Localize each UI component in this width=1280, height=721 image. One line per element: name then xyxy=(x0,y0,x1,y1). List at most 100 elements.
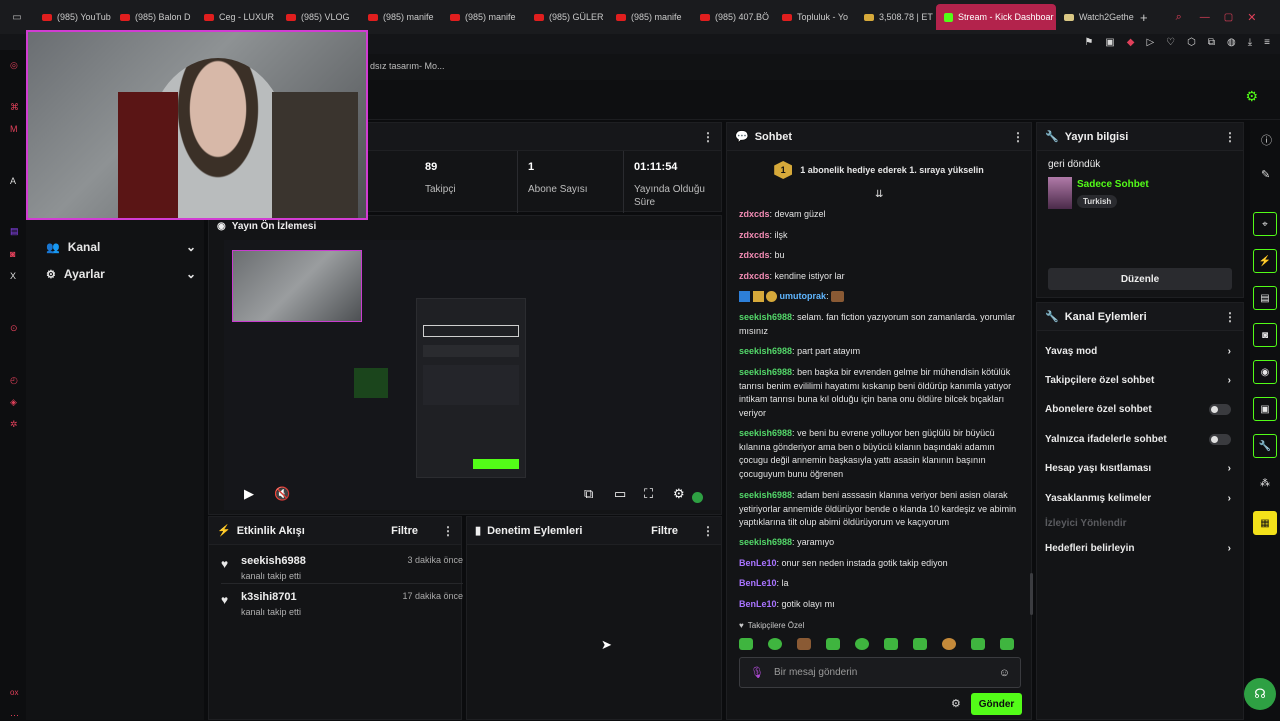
chat-message[interactable]: seekish6988: ve beni bu evrene yolluyor … xyxy=(739,427,1024,481)
rail-button-clips[interactable]: ▦ xyxy=(1253,511,1277,535)
rail-icon[interactable]: ◈ xyxy=(10,397,17,408)
emote-icon[interactable] xyxy=(826,638,840,650)
chat-message[interactable]: seekish6988: selam. fan fiction yazıyoru… xyxy=(739,311,1024,338)
chat-message[interactable]: BenLe10: la xyxy=(739,577,1024,591)
action-set-goals[interactable]: Hedefleri belirleyin › xyxy=(1045,543,1231,554)
chat-scrollbar[interactable] xyxy=(1030,573,1033,615)
cube-icon[interactable]: ⬡ xyxy=(1187,37,1196,48)
instagram-icon[interactable]: ◙ xyxy=(10,249,15,259)
rail-button-lightning[interactable]: ⚡ xyxy=(1253,249,1277,273)
chat-message[interactable]: seekish6988: yaramıyo xyxy=(739,536,1024,550)
chat-username[interactable]: BenLe10 xyxy=(739,578,777,588)
kick-logo-icon[interactable]: ⚙ xyxy=(1245,88,1258,105)
activity-event[interactable]: ♥ k3sihi8701 kanalı takip etti 17 dakika… xyxy=(221,591,463,617)
emote-icon[interactable] xyxy=(913,638,927,650)
chat-username[interactable]: zdxcds xyxy=(739,271,770,281)
browser-tab[interactable]: (985) Balon D xyxy=(112,4,196,30)
browser-tab[interactable]: (985) VLOG xyxy=(278,4,360,30)
browser-tab[interactable]: Watch2Gethe xyxy=(1056,4,1136,30)
chat-message[interactable]: seekish6988: ben başka bir evrenden gelm… xyxy=(739,366,1024,420)
subscribers-only-toggle[interactable] xyxy=(1209,404,1231,415)
search-tabs-icon[interactable]: ⌕ xyxy=(1176,11,1182,24)
action-subscribers-only-chat[interactable]: Abonelere özel sohbet xyxy=(1045,404,1231,415)
chat-message[interactable]: BenLe10: onur sen neden instada gotik ta… xyxy=(739,557,1024,571)
mute-button[interactable]: 🔇 xyxy=(274,486,290,502)
nav-item-ayarlar[interactable]: ⚙ Ayarlar ⌄ xyxy=(46,267,196,281)
rail-icon[interactable]: M xyxy=(10,124,18,134)
rail-button-page[interactable]: ▤ xyxy=(1253,286,1277,310)
theater-mode-button[interactable]: ▭ xyxy=(614,486,626,502)
browser-tab[interactable]: (985) YouTub xyxy=(34,4,112,30)
support-chat-button[interactable]: ☊ xyxy=(1244,678,1276,710)
more-options-icon[interactable]: ⋮ xyxy=(1012,130,1024,144)
chat-message[interactable]: zdxcds: kendine istiyor lar xyxy=(739,270,1024,284)
chat-message[interactable]: zdxcds: devam güzel xyxy=(739,208,1024,222)
browser-tab[interactable]: (985) manife xyxy=(608,4,692,30)
edit-icon[interactable]: ✎ xyxy=(1261,168,1270,181)
more-options-icon[interactable]: ⋮ xyxy=(702,524,714,538)
chat-username[interactable]: seekish6988 xyxy=(739,537,792,547)
new-tab-icon[interactable]: + xyxy=(1140,10,1148,25)
emote-icon[interactable] xyxy=(884,638,898,650)
chat-username[interactable]: seekish6988 xyxy=(739,346,792,356)
browser-tab[interactable]: Ceg - LUXUR xyxy=(196,4,278,30)
emote-icon[interactable] xyxy=(768,638,782,650)
browser-tab[interactable]: Topluluk - Yo xyxy=(774,4,856,30)
settings-button[interactable]: ⚙ xyxy=(673,486,685,502)
rail-button-moderation[interactable]: ▣ xyxy=(1253,397,1277,421)
close-window-icon[interactable]: ✕ xyxy=(1247,11,1256,24)
play-button[interactable]: ▶ xyxy=(244,486,254,502)
chat-username[interactable]: zdxcds xyxy=(739,209,770,219)
x-icon[interactable]: X xyxy=(10,271,16,281)
action-account-age[interactable]: Hesap yaşı kısıtlaması › xyxy=(1045,463,1231,474)
emote-icon[interactable] xyxy=(797,638,811,650)
bookmark-icon[interactable]: ⚑ xyxy=(1084,37,1093,48)
rail-icon[interactable]: ⋯ xyxy=(10,710,19,721)
collapse-banner-icon[interactable]: ⇊ xyxy=(875,189,883,200)
action-emote-only-chat[interactable]: Yalnızca ifadelerle sohbet xyxy=(1045,434,1231,445)
rail-icon[interactable]: ox xyxy=(10,688,18,697)
rail-icon[interactable]: ⊙ xyxy=(10,323,18,334)
chat-message[interactable]: BenLe10: gotik olayı mı xyxy=(739,598,1024,612)
menu-icon[interactable]: ≡ xyxy=(1264,37,1270,48)
chat-message[interactable]: zdxcds: bu xyxy=(739,249,1024,263)
rail-icon[interactable]: A xyxy=(10,176,16,186)
chat-username[interactable]: BenLe10 xyxy=(739,558,777,568)
edit-stream-button[interactable]: Düzenle xyxy=(1048,268,1232,290)
nav-item-kanal[interactable]: 👥 Kanal ⌄ xyxy=(46,240,196,254)
rail-button-screen[interactable]: ⌖ xyxy=(1253,212,1277,236)
browser-tab[interactable]: (985) manife xyxy=(442,4,526,30)
chat-username[interactable]: zdxcds xyxy=(739,230,770,240)
rail-button-chat[interactable]: ◙ xyxy=(1253,323,1277,347)
chat-input[interactable]: 🎙 Bir mesaj gönderin ☺ xyxy=(739,657,1021,688)
play-icon[interactable]: ▷ xyxy=(1146,37,1154,48)
chat-message[interactable]: seekish6988: adam beni asssasin klanına … xyxy=(739,489,1024,530)
chat-username[interactable]: BenLe10 xyxy=(739,599,777,609)
shield-icon[interactable]: ◆ xyxy=(1127,37,1135,48)
more-options-icon[interactable]: ⋮ xyxy=(1224,130,1236,144)
rail-button-community[interactable]: ⁂ xyxy=(1253,471,1277,495)
more-options-icon[interactable]: ⋮ xyxy=(702,130,714,144)
sub-gift-banner[interactable]: 1 1 abonelik hediye ederek 1. sıraya yük… xyxy=(727,157,1031,183)
chat-username[interactable]: seekish6988 xyxy=(739,490,792,500)
rail-button-broadcast[interactable]: ◉ xyxy=(1253,360,1277,384)
picture-in-picture-button[interactable]: ⧉ xyxy=(584,486,593,502)
chat-message[interactable]: zdxcds: ilşk xyxy=(739,229,1024,243)
chat-username[interactable]: seekish6988 xyxy=(739,312,792,322)
browser-tab-active[interactable]: Stream - Kick Dashboar xyxy=(936,4,1056,30)
history-icon[interactable]: ◴ xyxy=(10,375,18,386)
chat-username[interactable]: seekish6988 xyxy=(739,428,792,438)
activity-event[interactable]: ♥ seekish6988 kanalı takip etti 3 dakika… xyxy=(221,555,463,581)
send-button[interactable]: Gönder xyxy=(971,693,1022,715)
browser-tab[interactable]: (985) manife xyxy=(360,4,442,30)
moderation-filter-button[interactable]: Filtre xyxy=(651,525,678,537)
action-slow-mode[interactable]: Yavaş mod › xyxy=(1045,346,1231,357)
emote-icon[interactable] xyxy=(1000,638,1014,650)
more-options-icon[interactable]: ⋮ xyxy=(1224,310,1236,324)
extensions-icon[interactable]: ⧉ xyxy=(1208,37,1215,48)
fullscreen-button[interactable]: ⛶ xyxy=(644,486,653,502)
emote-icon[interactable] xyxy=(855,638,869,650)
download-icon[interactable]: ⤓ xyxy=(1248,37,1252,48)
emote-icon[interactable] xyxy=(739,638,753,650)
profile-icon[interactable]: ◍ xyxy=(1227,37,1236,48)
